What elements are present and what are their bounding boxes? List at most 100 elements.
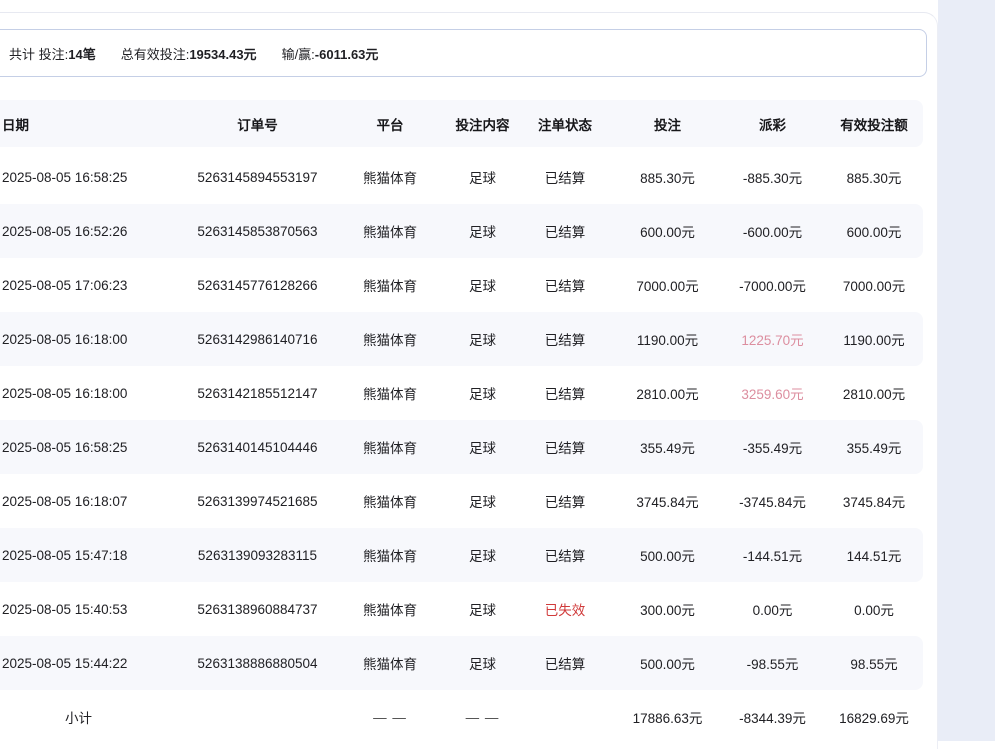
page-background-gutter — [938, 0, 995, 741]
cell-status: 已结算 — [515, 167, 615, 187]
cell-content: 足球 — [450, 167, 515, 187]
column-header-date: 日期 — [0, 114, 185, 134]
cell-content: 足球 — [450, 491, 515, 511]
cell-payout: -600.00元 — [720, 221, 825, 241]
bet-records-table: 日期订单号平台投注内容注单状态投注派彩有效投注额 2025-08-05 16:5… — [0, 100, 937, 744]
column-header-status: 注单状态 — [515, 114, 615, 134]
cell-payout: -3745.84元 — [720, 491, 825, 511]
table-row: 2025-08-05 17:06:235263145776128266熊猫体育足… — [0, 258, 923, 312]
table-row: 2025-08-05 15:44:225263138886880504熊猫体育足… — [0, 636, 923, 690]
cell-payout: 3259.60元 — [720, 383, 825, 403]
summary-total-bets: 共计 投注:14笔 — [9, 44, 96, 63]
cell-bet: 7000.00元 — [615, 275, 720, 295]
subtotal-platform-dash: — — — [330, 710, 450, 725]
cell-order: 5263142986140716 — [185, 332, 330, 347]
cell-platform: 熊猫体育 — [330, 545, 450, 565]
subtotal-content-dash: — — — [450, 710, 515, 725]
page: 共计 投注:14笔 总有效投注:19534.43元 输/赢:-6011.63元 … — [0, 0, 995, 749]
cell-order: 5263145776128266 — [185, 278, 330, 293]
cell-bet: 885.30元 — [615, 167, 720, 187]
cell-status: 已结算 — [515, 545, 615, 565]
cell-status: 已结算 — [515, 383, 615, 403]
cell-bet: 3745.84元 — [615, 491, 720, 511]
cell-bet: 600.00元 — [615, 221, 720, 241]
table-row: 2025-08-05 15:40:535263138960884737熊猫体育足… — [0, 582, 923, 636]
cell-payout: 1225.70元 — [720, 329, 825, 349]
cell-order: 5263140145104446 — [185, 440, 330, 455]
cell-status: 已结算 — [515, 491, 615, 511]
summary-bets-label: 共计 投注: — [9, 44, 68, 63]
cell-payout: -355.49元 — [720, 437, 825, 457]
cell-valid: 2810.00元 — [825, 383, 923, 403]
cell-order: 5263139974521685 — [185, 494, 330, 509]
cell-valid: 885.30元 — [825, 167, 923, 187]
cell-valid: 600.00元 — [825, 221, 923, 241]
cell-payout: -885.30元 — [720, 167, 825, 187]
table-row: 2025-08-05 16:18:005263142986140716熊猫体育足… — [0, 312, 923, 366]
cell-content: 足球 — [450, 221, 515, 241]
table-row: 2025-08-05 15:47:185263139093283115熊猫体育足… — [0, 528, 923, 582]
cell-platform: 熊猫体育 — [330, 275, 450, 295]
cell-platform: 熊猫体育 — [330, 221, 450, 241]
cell-payout: -144.51元 — [720, 545, 825, 565]
summary-winloss-value: -6011.63元 — [315, 44, 379, 63]
column-header-platform: 平台 — [330, 114, 450, 134]
subtotal-label: 小计 — [0, 707, 185, 727]
summary-valid-label: 总有效投注: — [121, 44, 190, 63]
cell-order: 5263138886880504 — [185, 656, 330, 671]
cell-status: 已结算 — [515, 221, 615, 241]
cell-date: 2025-08-05 17:06:23 — [0, 278, 185, 293]
cell-content: 足球 — [450, 599, 515, 619]
summary-bets-value: 14笔 — [68, 44, 95, 63]
cell-date: 2025-08-05 15:47:18 — [0, 548, 185, 563]
cell-content: 足球 — [450, 383, 515, 403]
cell-status: 已结算 — [515, 275, 615, 295]
cell-platform: 熊猫体育 — [330, 599, 450, 619]
cell-date: 2025-08-05 16:58:25 — [0, 170, 185, 185]
cell-date: 2025-08-05 15:44:22 — [0, 656, 185, 671]
cell-date: 2025-08-05 16:58:25 — [0, 440, 185, 455]
summary-winloss-label: 输/赢: — [282, 44, 315, 63]
cell-bet: 500.00元 — [615, 653, 720, 673]
table-row: 2025-08-05 16:52:265263145853870563熊猫体育足… — [0, 204, 923, 258]
cell-bet: 355.49元 — [615, 437, 720, 457]
column-header-bet: 投注 — [615, 114, 720, 134]
cell-order: 5263139093283115 — [185, 548, 330, 563]
cell-content: 足球 — [450, 437, 515, 457]
cell-order: 5263142185512147 — [185, 386, 330, 401]
cell-platform: 熊猫体育 — [330, 491, 450, 511]
table-row: 2025-08-05 16:58:255263140145104446熊猫体育足… — [0, 420, 923, 474]
cell-valid: 3745.84元 — [825, 491, 923, 511]
column-header-content: 投注内容 — [450, 114, 515, 134]
subtotal-valid: 16829.69元 — [825, 707, 923, 727]
cell-order: 5263138960884737 — [185, 602, 330, 617]
cell-valid: 144.51元 — [825, 545, 923, 565]
table-header-row: 日期订单号平台投注内容注单状态投注派彩有效投注额 — [0, 100, 923, 147]
subtotal-row: 小计— —— —17886.63元-8344.39元16829.69元 — [0, 690, 923, 744]
cell-bet: 300.00元 — [615, 599, 720, 619]
cell-platform: 熊猫体育 — [330, 437, 450, 457]
column-header-valid: 有效投注额 — [825, 114, 923, 134]
table-row: 2025-08-05 16:58:255263145894553197熊猫体育足… — [0, 150, 923, 204]
cell-status: 已结算 — [515, 653, 615, 673]
table-row: 2025-08-05 16:18:075263139974521685熊猫体育足… — [0, 474, 923, 528]
cell-content: 足球 — [450, 653, 515, 673]
table-row: 2025-08-05 16:18:005263142185512147熊猫体育足… — [0, 366, 923, 420]
cell-bet: 1190.00元 — [615, 329, 720, 349]
cell-date: 2025-08-05 16:52:26 — [0, 224, 185, 239]
cell-valid: 0.00元 — [825, 599, 923, 619]
cell-platform: 熊猫体育 — [330, 383, 450, 403]
cell-content: 足球 — [450, 329, 515, 349]
summary-valid-value: 19534.43元 — [189, 44, 256, 63]
cell-date: 2025-08-05 16:18:00 — [0, 386, 185, 401]
cell-date: 2025-08-05 16:18:07 — [0, 494, 185, 509]
cell-payout: 0.00元 — [720, 599, 825, 619]
cell-order: 5263145894553197 — [185, 170, 330, 185]
cell-payout: -7000.00元 — [720, 275, 825, 295]
table-body: 2025-08-05 16:58:255263145894553197熊猫体育足… — [0, 150, 937, 690]
summary-valid-bets: 总有效投注:19534.43元 — [121, 44, 257, 63]
cell-content: 足球 — [450, 545, 515, 565]
cell-date: 2025-08-05 16:18:00 — [0, 332, 185, 347]
column-header-order: 订单号 — [185, 114, 330, 134]
cell-bet: 2810.00元 — [615, 383, 720, 403]
